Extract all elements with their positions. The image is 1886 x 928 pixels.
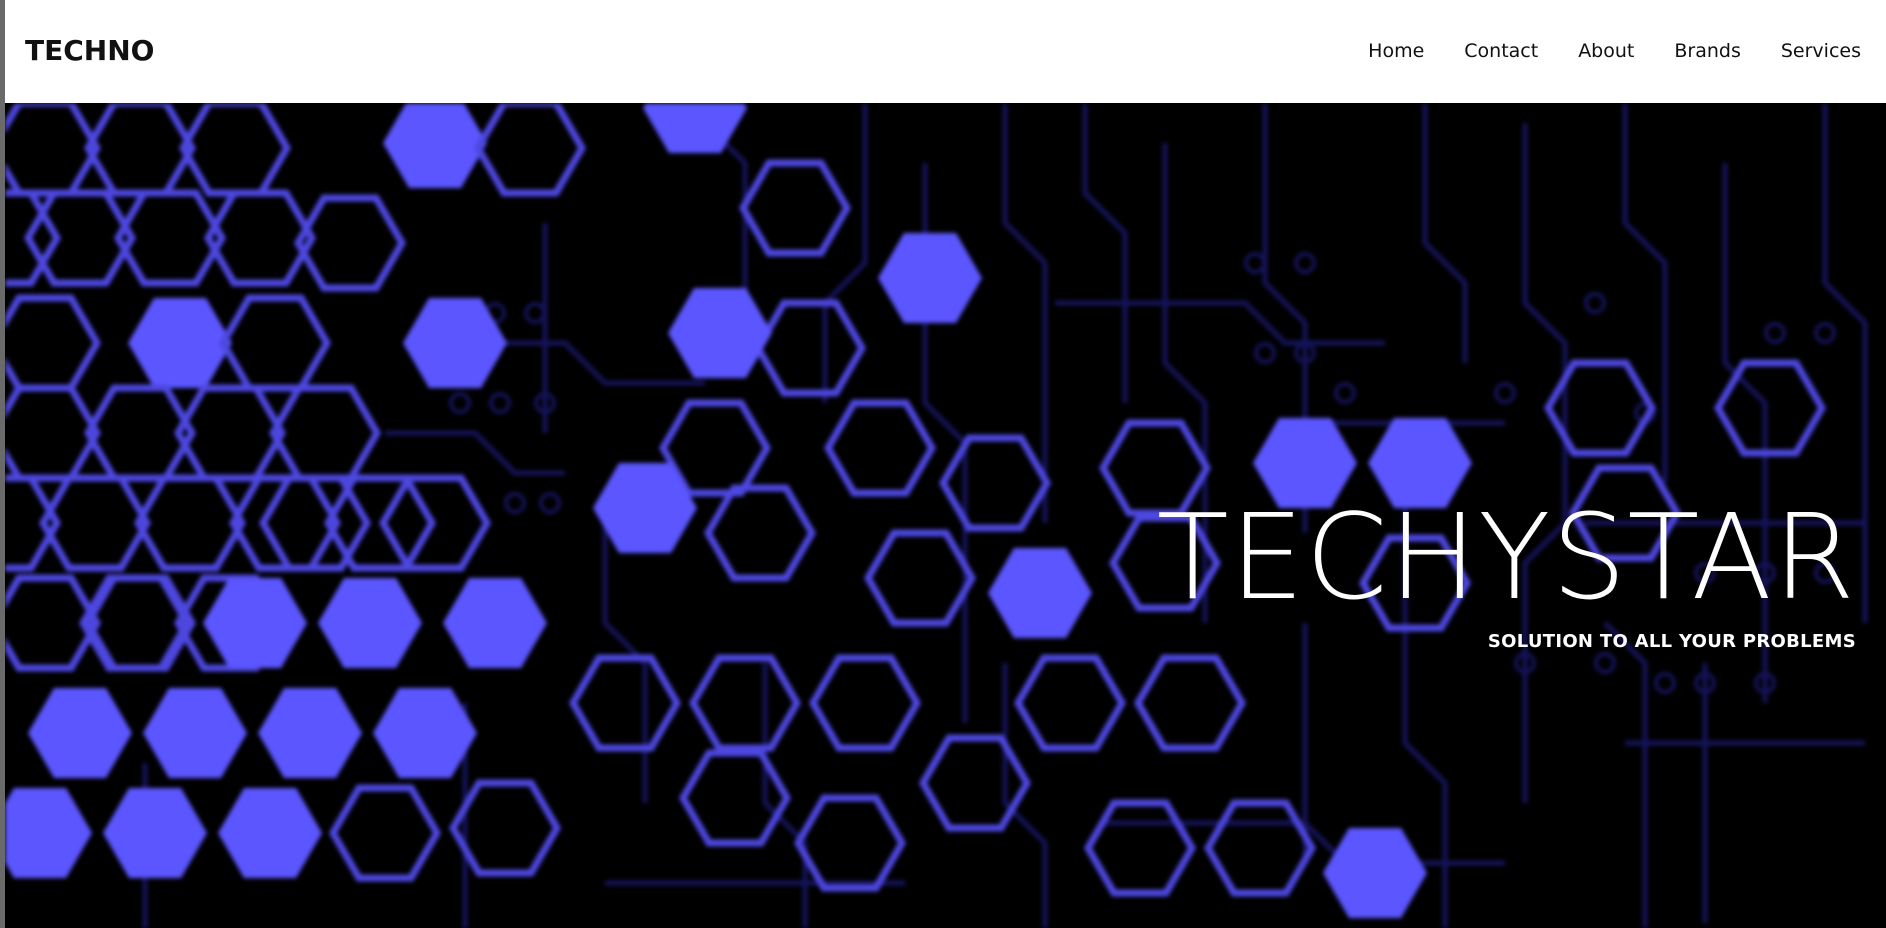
circuit-pad — [1294, 252, 1316, 274]
circuit-pad — [1254, 342, 1276, 364]
circuit-line — [1002, 103, 1048, 523]
nav-link-about[interactable]: About — [1578, 40, 1634, 62]
hexagon-outline — [1713, 359, 1827, 457]
hexagon-outline — [678, 749, 792, 847]
hexagon-filled — [643, 103, 747, 153]
hexagon-outline — [448, 779, 562, 877]
navbar: TECHNO Home Contact About Brands Service… — [5, 0, 1886, 103]
hexagon-outline — [568, 654, 682, 752]
hexagon-outline — [1133, 654, 1247, 752]
circuit-line — [1002, 663, 1048, 928]
hexagon-outline — [863, 529, 977, 627]
hexagon-outline — [5, 474, 62, 572]
nav-link-services[interactable]: Services — [1781, 40, 1861, 62]
hexagon-filled — [5, 788, 92, 878]
hero-banner: TECHYSTAR SOLUTION TO ALL YOUR PROBLEMS — [5, 103, 1886, 928]
hexagon-filled — [103, 788, 207, 878]
hexagon-filled — [988, 548, 1092, 638]
hexagon-filled — [318, 578, 422, 668]
hexagon-outline — [823, 399, 937, 497]
hexagon-outline — [918, 734, 1032, 832]
hexagon-outline — [753, 299, 867, 397]
hexagon-outline — [293, 194, 407, 292]
circuit-line — [1422, 103, 1468, 363]
hexagon-filled — [1323, 828, 1427, 918]
hexagon-filled — [878, 233, 982, 323]
circuit-pad — [1334, 382, 1356, 404]
hexagon-outline — [793, 794, 907, 892]
circuit-pad — [1244, 252, 1266, 274]
hexagon-outline — [5, 294, 102, 392]
hexagon-outline — [808, 654, 922, 752]
hero-subtitle: SOLUTION TO ALL YOUR PROBLEMS — [1487, 631, 1856, 652]
hexagon-outline — [218, 294, 332, 392]
circuit-pad — [489, 392, 511, 414]
circuit-line — [385, 430, 565, 476]
hexagon-outline — [703, 484, 817, 582]
hexagon-filled — [668, 288, 772, 378]
circuit-pad — [1494, 382, 1516, 404]
hexagon-filled — [203, 578, 307, 668]
circuit-pad — [1814, 322, 1836, 344]
hexagon-outline — [268, 384, 382, 482]
circuit-pad — [1584, 292, 1606, 314]
circuit-line — [1055, 300, 1385, 346]
hexagon-outline — [473, 103, 587, 197]
circuit-pad — [1594, 652, 1616, 674]
brand-logo[interactable]: TECHNO — [25, 34, 154, 67]
hexagon-outline — [938, 434, 1052, 532]
circuit-pad — [1764, 322, 1786, 344]
hexagon-filled — [443, 578, 547, 668]
circuit-pad — [524, 302, 546, 324]
hexagon-filled — [383, 103, 487, 188]
hexagon-outline — [83, 103, 197, 197]
hexagon-filled — [403, 298, 507, 388]
hexagon-outline — [133, 474, 247, 572]
circuit-line — [1522, 123, 1568, 803]
circuit-pad — [1654, 672, 1676, 694]
circuit-line — [1082, 103, 1128, 403]
circuit-pad — [539, 492, 561, 514]
hexagon-outline — [178, 103, 292, 197]
hexagon-outline — [738, 159, 852, 257]
nav-link-contact[interactable]: Contact — [1464, 40, 1538, 62]
hexagon-outline — [328, 784, 442, 882]
hexagon-filled — [143, 688, 247, 778]
circuit-pad — [504, 492, 526, 514]
main-nav: Home Contact About Brands Services — [1328, 40, 1861, 62]
hexagon-outline — [5, 384, 102, 482]
page: TECHNO Home Contact About Brands Service… — [5, 0, 1886, 928]
hexagon-filled — [218, 788, 322, 878]
hexagon-filled — [258, 688, 362, 778]
hexagon-outline — [688, 654, 802, 752]
nav-link-brands[interactable]: Brands — [1674, 40, 1741, 62]
hexagon-outline — [1013, 654, 1127, 752]
hexagon-filled — [373, 688, 477, 778]
circuit-pad — [449, 392, 471, 414]
hexagon-outline — [5, 103, 102, 197]
hexagon-filled — [28, 688, 132, 778]
hexagon-outline — [1203, 799, 1317, 897]
hexagon-outline — [1083, 799, 1197, 897]
hexagon-filled — [128, 298, 232, 388]
nav-link-home[interactable]: Home — [1368, 40, 1424, 62]
hero-title: TECHYSTAR — [1156, 488, 1856, 626]
